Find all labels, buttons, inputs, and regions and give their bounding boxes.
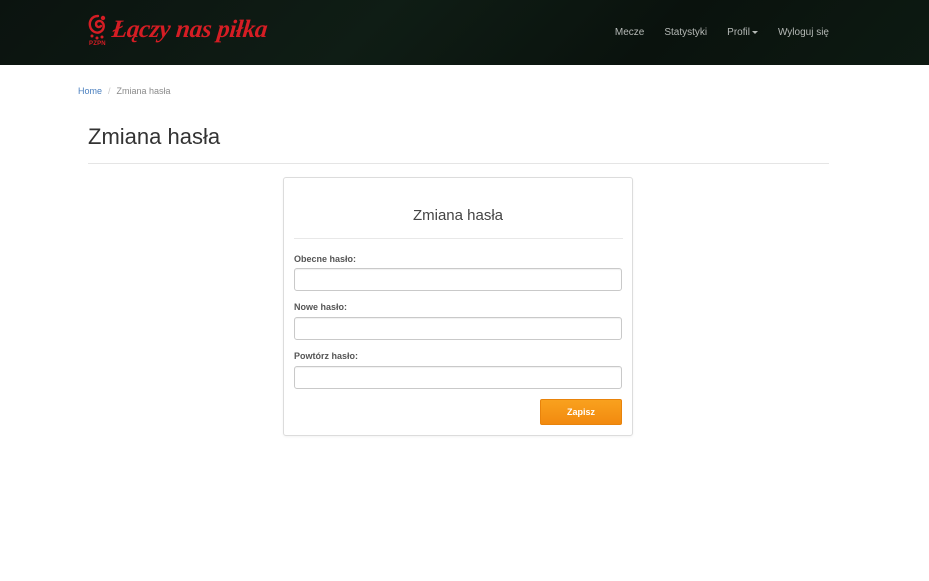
brand-logo[interactable]: PZPN Łączy nas piłka [88,14,269,50]
repeat-password-input[interactable] [294,366,622,389]
panel-title: Zmiana hasła [412,207,504,224]
nav-item-profil[interactable]: Profil [727,27,758,38]
nav-item-logout[interactable]: Wyloguj się [778,27,829,38]
current-password-label: Obecne hasło: [294,254,357,264]
nav-item-mecze[interactable]: Mecze [615,27,644,38]
change-password-panel: Zmiana hasła Obecne hasło: Nowe hasło: P… [283,177,633,436]
breadcrumb-separator: / [108,86,111,96]
chevron-down-icon [751,31,758,34]
new-password-label: Nowe hasło: [294,302,348,312]
panel-divider [294,238,623,239]
navbar: PZPN Łączy nas piłka Mecze Statystyki Pr… [0,0,929,65]
emblem-label: PZPN [89,41,106,47]
brand-name: Łączy nas piłka [110,16,269,43]
current-password-input[interactable] [294,268,622,291]
save-button[interactable]: Zapisz [540,399,622,425]
pzpn-emblem-icon: PZPN [88,14,108,50]
title-divider [88,163,829,164]
nav-item-profil-label: Profil [727,27,750,38]
breadcrumb-current: Zmiana hasła [116,86,171,96]
new-password-input[interactable] [294,317,622,340]
breadcrumb: Home / Zmiana hasła [78,86,171,96]
main-nav: Mecze Statystyki Profil Wyloguj się [595,0,829,65]
breadcrumb-home-link[interactable]: Home [78,86,102,96]
nav-item-statystyki[interactable]: Statystyki [664,27,707,38]
page-title: Zmiana hasła [88,124,221,149]
repeat-password-label: Powtórz hasło: [294,351,359,361]
